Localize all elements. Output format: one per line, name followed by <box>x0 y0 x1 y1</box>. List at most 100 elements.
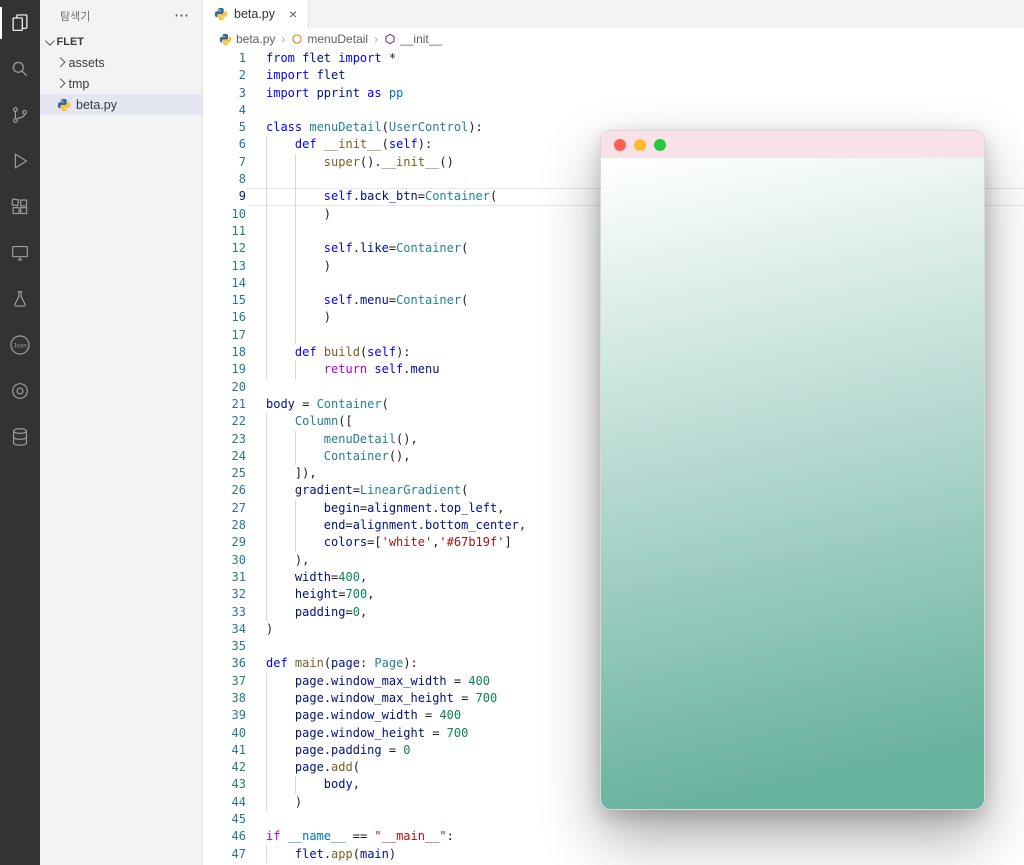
zoom-traffic-light[interactable] <box>654 139 666 151</box>
line-number: 47 <box>203 846 246 863</box>
folder-label: assets <box>69 56 105 70</box>
tab-beta-py[interactable]: beta.py × <box>203 0 309 28</box>
indent-guide <box>266 361 267 378</box>
code-line-content[interactable]: if __name__ == "__main__": <box>246 828 1024 845</box>
breadcrumb-label: beta.py <box>236 32 275 46</box>
indent-guide <box>266 136 267 153</box>
line-number: 45 <box>203 811 246 828</box>
folder-section-flet[interactable]: FLET <box>40 31 202 52</box>
file-label: beta.py <box>76 98 117 112</box>
minimize-traffic-light[interactable] <box>634 139 646 151</box>
indent-guide <box>266 604 267 621</box>
indent-guide <box>266 794 267 811</box>
python-file-icon <box>57 98 71 112</box>
extensions-icon[interactable] <box>0 184 40 230</box>
line-number: 20 <box>203 379 246 396</box>
source-control-icon[interactable] <box>0 92 40 138</box>
database-tool-icon[interactable] <box>0 414 40 460</box>
sidebar-item-beta-py[interactable]: beta.py <box>40 94 202 115</box>
indent-guide <box>295 223 296 240</box>
indent-guide <box>266 327 267 344</box>
testing-beaker-icon[interactable] <box>0 276 40 322</box>
breadcrumb-file[interactable]: beta.py <box>219 32 275 46</box>
code-line: 2import flet <box>203 67 1024 84</box>
line-number: 37 <box>203 673 246 690</box>
sidebar-item-tmp[interactable]: tmp <box>40 73 202 94</box>
line-number: 27 <box>203 500 246 517</box>
flet-app-window[interactable] <box>600 130 985 810</box>
line-number: 17 <box>203 327 246 344</box>
indent-guide <box>266 776 267 793</box>
code-line: 47 flet.app(main) <box>203 846 1024 863</box>
code-line-content[interactable] <box>246 811 1024 828</box>
explorer-sidebar: 탐색기 ⋯ FLET assets tmp beta.py <box>40 0 203 865</box>
indent-guide <box>295 309 296 326</box>
line-number: 35 <box>203 638 246 655</box>
indent-guide <box>266 534 267 551</box>
indent-guide <box>266 344 267 361</box>
indent-guide <box>266 292 267 309</box>
indent-guide <box>266 725 267 742</box>
method-symbol-icon <box>384 33 396 45</box>
chevron-down-icon <box>45 36 54 45</box>
line-number: 13 <box>203 258 246 275</box>
code-line-content[interactable]: flet.app(main) <box>246 846 1024 863</box>
indent-guide <box>295 500 296 517</box>
line-number: 33 <box>203 604 246 621</box>
line-number: 44 <box>203 794 246 811</box>
breadcrumb-separator: › <box>281 32 285 46</box>
search-icon[interactable] <box>0 46 40 92</box>
json-tool-icon[interactable]: Json <box>0 322 40 368</box>
indent-guide <box>295 275 296 292</box>
line-number: 9 <box>203 188 246 205</box>
run-debug-icon[interactable] <box>0 138 40 184</box>
indent-guide <box>295 154 296 171</box>
line-number: 25 <box>203 465 246 482</box>
sidebar-title: 탐색기 <box>60 8 90 24</box>
code-line: 45 <box>203 811 1024 828</box>
line-number: 1 <box>203 50 246 67</box>
indent-guide <box>266 742 267 759</box>
indent-guide <box>266 690 267 707</box>
sidebar-header: 탐색기 ⋯ <box>40 0 202 31</box>
indent-guide <box>295 776 296 793</box>
indent-guide <box>295 448 296 465</box>
line-number: 41 <box>203 742 246 759</box>
line-number: 42 <box>203 759 246 776</box>
line-number: 8 <box>203 171 246 188</box>
code-line-content[interactable] <box>246 102 1024 119</box>
indent-guide <box>295 361 296 378</box>
remote-explorer-icon[interactable] <box>0 230 40 276</box>
line-number: 29 <box>203 534 246 551</box>
sidebar-item-assets[interactable]: assets <box>40 52 202 73</box>
code-line-content[interactable]: import pprint as pp <box>246 85 1024 102</box>
line-number: 39 <box>203 707 246 724</box>
line-number: 18 <box>203 344 246 361</box>
breadcrumb-method[interactable]: __init__ <box>384 32 442 46</box>
line-number: 6 <box>203 136 246 153</box>
indent-guide <box>266 309 267 326</box>
line-number: 32 <box>203 586 246 603</box>
python-file-icon <box>214 7 228 21</box>
indent-guide <box>266 275 267 292</box>
line-number: 22 <box>203 413 246 430</box>
line-number: 5 <box>203 119 246 136</box>
indent-guide <box>266 258 267 275</box>
close-tab-icon[interactable]: × <box>289 7 297 21</box>
code-line-content[interactable]: import flet <box>246 67 1024 84</box>
tab-bar: beta.py × <box>203 0 1024 28</box>
breadcrumb-class[interactable]: menuDetail <box>291 32 368 46</box>
line-number: 40 <box>203 725 246 742</box>
explorer-icon[interactable] <box>0 0 40 46</box>
more-actions-icon[interactable]: ⋯ <box>174 11 190 21</box>
line-number: 10 <box>203 206 246 223</box>
preview-titlebar[interactable] <box>601 131 984 158</box>
circle-tool-icon[interactable] <box>0 368 40 414</box>
close-traffic-light[interactable] <box>614 139 626 151</box>
code-line: 46if __name__ == "__main__": <box>203 828 1024 845</box>
breadcrumb-label: __init__ <box>400 32 442 46</box>
code-line-content[interactable]: from flet import * <box>246 50 1024 67</box>
indent-guide <box>266 431 267 448</box>
line-number: 23 <box>203 431 246 448</box>
line-number: 14 <box>203 275 246 292</box>
